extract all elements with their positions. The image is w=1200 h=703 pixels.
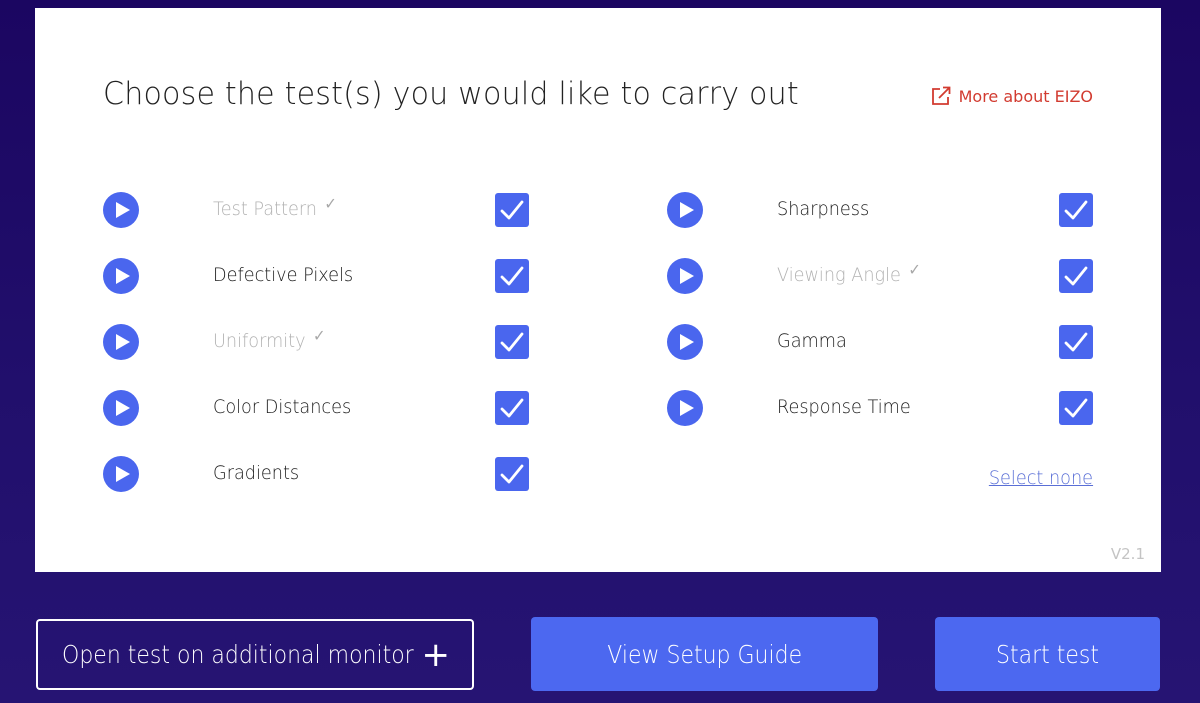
test-label: Test Pattern ✓ [213,194,337,220]
play-icon [115,334,130,350]
test-row-response-time: Response Time [667,390,1127,426]
view-setup-guide-button[interactable]: View Setup Guide [531,617,878,691]
test-name: Uniformity [213,330,306,352]
test-name: Defective Pixels [213,264,354,286]
test-label: Viewing Angle ✓ [777,260,921,286]
uniformity-checkbox[interactable] [495,325,529,359]
test-label: Color Distances [213,396,351,418]
test-row-test-pattern: Test Pattern ✓ [103,192,563,228]
completed-check-icon: ✓ [324,194,337,213]
play-icon [115,466,130,482]
checkmark-icon [500,398,524,418]
sharpness-checkbox[interactable] [1059,193,1093,227]
button-label: View Setup Guide [607,639,802,669]
play-icon [115,400,130,416]
checkmark-icon [500,332,524,352]
checkmark-icon [1064,266,1088,286]
test-label: Uniformity ✓ [213,326,325,352]
test-label: Sharpness [777,198,869,220]
viewing-angle-checkbox[interactable] [1059,259,1093,293]
test-row-viewing-angle: Viewing Angle ✓ [667,258,1127,294]
test-row-color-distances: Color Distances [103,390,563,426]
play-test-pattern-button[interactable] [103,192,139,228]
test-label: Defective Pixels [213,264,353,286]
defective-pixels-checkbox[interactable] [495,259,529,293]
play-viewing-angle-button[interactable] [667,258,703,294]
test-row-uniformity: Uniformity ✓ [103,324,563,360]
page-title: Choose the test(s) you would like to car… [103,76,799,112]
open-additional-monitor-button[interactable]: Open test on additional monitor + [36,619,474,690]
gamma-checkbox[interactable] [1059,325,1093,359]
more-about-eizo-link[interactable]: More about EIZO [931,86,1093,106]
checkmark-icon [1064,200,1088,220]
test-label: Gamma [777,330,847,352]
external-link-icon [931,86,951,105]
test-name: Test Pattern [213,198,317,220]
test-pattern-checkbox[interactable] [495,193,529,227]
version-label: V2.1 [1110,545,1145,563]
plus-icon: + [421,635,451,675]
test-row-gradients: Gradients [103,456,563,492]
test-name: Response Time [777,396,911,418]
play-icon [115,268,130,284]
test-name: Gradients [213,462,300,484]
test-name: Color Distances [213,396,352,418]
play-color-distances-button[interactable] [103,390,139,426]
test-name: Sharpness [777,198,870,220]
button-label: Open test on additional monitor [62,640,414,669]
play-icon [115,202,130,218]
start-test-button[interactable]: Start test [935,617,1160,691]
play-sharpness-button[interactable] [667,192,703,228]
completed-check-icon: ✓ [908,260,921,279]
test-label: Gradients [213,462,299,484]
play-gradients-button[interactable] [103,456,139,492]
play-icon [679,400,694,416]
play-icon [679,268,694,284]
checkmark-icon [1064,332,1088,352]
checkmark-icon [500,200,524,220]
select-none-link[interactable]: Select none [989,467,1093,489]
play-gamma-button[interactable] [667,324,703,360]
color-distances-checkbox[interactable] [495,391,529,425]
completed-check-icon: ✓ [312,326,326,345]
checkmark-icon [1064,398,1088,418]
checkmark-icon [500,464,524,484]
test-label: Response Time [777,396,911,418]
test-name: Gamma [777,330,847,352]
checkmark-icon [500,266,524,286]
test-name: Viewing Angle [777,264,901,286]
play-icon [679,202,694,218]
play-response-time-button[interactable] [667,390,703,426]
test-row-defective-pixels: Defective Pixels [103,258,563,294]
button-label: Start test [996,639,1099,669]
play-icon [679,334,694,350]
response-time-checkbox[interactable] [1059,391,1093,425]
play-uniformity-button[interactable] [103,324,139,360]
play-defective-pixels-button[interactable] [103,258,139,294]
test-selection-card: Choose the test(s) you would like to car… [35,8,1161,572]
test-row-gamma: Gamma [667,324,1127,360]
test-row-sharpness: Sharpness [667,192,1127,228]
more-link-label: More about EIZO [958,86,1093,106]
gradients-checkbox[interactable] [495,457,529,491]
